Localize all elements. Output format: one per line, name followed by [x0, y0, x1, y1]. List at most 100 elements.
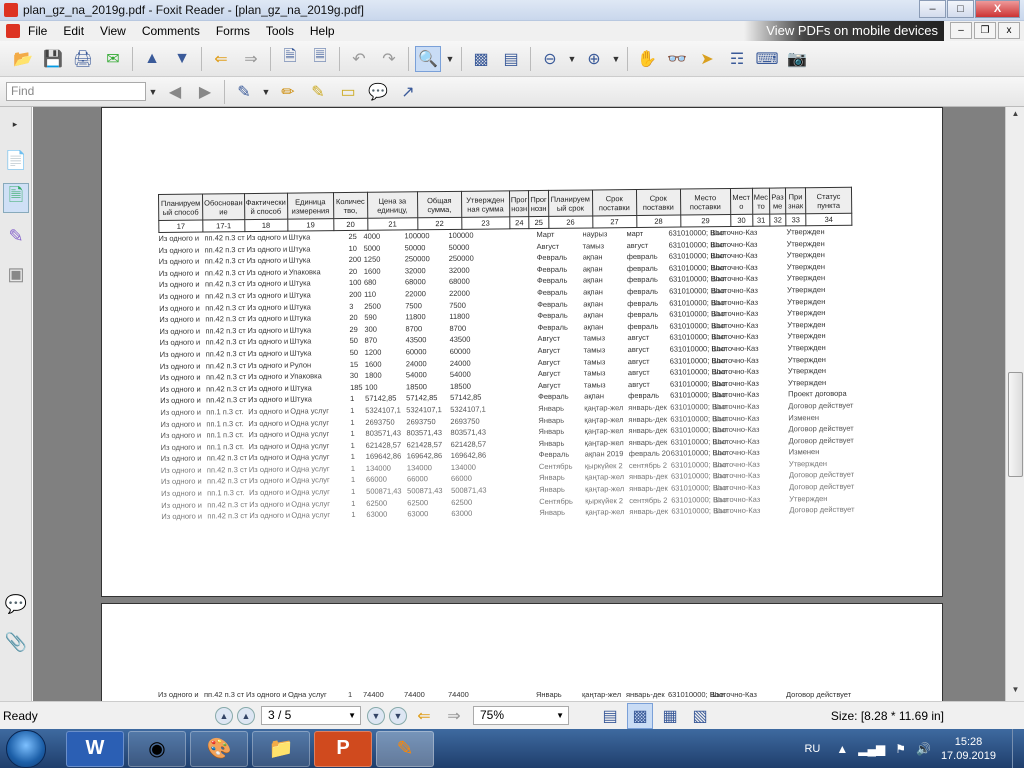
column-number: 17-1	[202, 219, 245, 233]
minimize-button[interactable]: –	[919, 0, 946, 18]
mobile-promo-banner[interactable]: View PDFs on mobile devices	[744, 21, 944, 41]
column-number: 19	[287, 218, 334, 232]
scroll-down-arrow-icon[interactable]: ▼	[1008, 685, 1023, 699]
note-icon[interactable]: 💬	[365, 79, 391, 105]
undo-icon[interactable]: ↶	[346, 46, 372, 72]
highlight-icon[interactable]: ✎	[305, 79, 331, 105]
fit-width-icon[interactable]: ▤	[498, 46, 524, 72]
first-page-icon[interactable]: ▲	[215, 706, 233, 725]
doc-restore-button[interactable]: ❐	[974, 22, 996, 39]
select-cursor-icon[interactable]: ➤	[694, 46, 720, 72]
email-icon[interactable]: ✉	[100, 46, 126, 72]
menu-forms[interactable]: Forms	[208, 24, 258, 38]
layers-panel-icon[interactable]: ▣	[3, 259, 29, 289]
foxit-taskbar-icon[interactable]: ✎	[376, 730, 434, 767]
fit-page-icon[interactable]: ▩	[468, 46, 494, 72]
powerpoint-taskbar-icon[interactable]: P	[314, 730, 372, 767]
zoom-field[interactable]: 75% ▼	[473, 706, 569, 725]
typewriter-icon[interactable]: ▭	[335, 79, 361, 105]
zoom-in-icon[interactable]: ⊕	[581, 46, 607, 72]
document-icon[interactable]	[6, 24, 20, 38]
show-hidden-icons-icon[interactable]: ▲	[836, 742, 848, 756]
zoom-out-dropdown-icon[interactable]: ▼	[567, 46, 577, 72]
continuous-view-icon[interactable]: ▩	[627, 702, 653, 729]
pen-annotation-icon[interactable]: ✎	[231, 79, 257, 105]
loupe-icon[interactable]: 👓	[664, 46, 690, 72]
next-page-nav-icon[interactable]: ▼	[367, 706, 385, 725]
paint-taskbar-icon[interactable]: 🎨	[190, 730, 248, 767]
pages-panel-icon[interactable]: 📄	[3, 145, 29, 175]
bookmarks-panel-icon[interactable]: ✎	[3, 221, 29, 251]
snapshot-icon[interactable]: 📷	[784, 46, 810, 72]
doc-minimize-button[interactable]: –	[950, 22, 972, 39]
table-cell: август	[627, 333, 650, 343]
continuous-facing-view-icon[interactable]: ▧	[687, 703, 713, 729]
column-header: Планируем ый срок	[548, 189, 593, 217]
previous-page-nav-icon[interactable]: ▲	[237, 706, 255, 725]
pen-dropdown-icon[interactable]: ▼	[261, 79, 271, 105]
last-page-icon[interactable]: ▼	[389, 706, 407, 725]
zoom-in-dropdown-icon[interactable]: ▼	[611, 46, 621, 72]
menu-edit[interactable]: Edit	[55, 24, 92, 38]
table-cell: Договор действует	[788, 400, 854, 411]
page-layout-icon[interactable]: 🗎	[277, 46, 303, 72]
scrollbar-thumb[interactable]	[1008, 372, 1023, 477]
find-dropdown-icon[interactable]: ▼	[148, 79, 158, 105]
table-cell: Договор действует	[788, 423, 854, 434]
find-next-icon[interactable]: ▶	[192, 79, 218, 105]
page-dropdown-icon[interactable]: ▼	[348, 707, 356, 724]
menu-help[interactable]: Help	[302, 24, 343, 38]
back-arrow-icon[interactable]: ⇐	[208, 46, 234, 72]
menu-tools[interactable]: Tools	[258, 24, 302, 38]
scroll-up-arrow-icon[interactable]: ▲	[1008, 109, 1023, 123]
vertical-scrollbar[interactable]: ▲ ▼	[1005, 107, 1024, 701]
extract-page-icon[interactable]: 🗏	[307, 46, 333, 72]
comments-panel-icon[interactable]: 💬	[3, 589, 29, 619]
zoom-out-icon[interactable]: ⊖	[537, 46, 563, 72]
history-back-icon[interactable]: ⇐	[411, 703, 437, 729]
single-page-view-icon[interactable]: ▤	[597, 703, 623, 729]
start-button[interactable]	[6, 729, 46, 768]
find-previous-icon[interactable]: ◀	[162, 79, 188, 105]
hand-tool-icon[interactable]: ✋	[634, 46, 660, 72]
menu-view[interactable]: View	[92, 24, 134, 38]
next-page-icon[interactable]: ▼	[169, 46, 195, 72]
document-viewport[interactable]: Планируем ый способ Обоснован ие Фактическ…	[33, 107, 1005, 701]
open-folder-icon[interactable]: 📂	[10, 46, 36, 72]
show-desktop-button[interactable]	[1012, 729, 1024, 768]
attachments-panel-icon[interactable]: 📎	[3, 627, 29, 657]
input-language[interactable]: RU	[804, 743, 820, 755]
explorer-taskbar-icon[interactable]: 📁	[252, 730, 310, 767]
print-icon[interactable]: 🖨	[70, 46, 96, 72]
action-center-flag-icon[interactable]: ⚑	[895, 742, 906, 756]
text-box-icon[interactable]: ⌨	[754, 46, 780, 72]
save-icon[interactable]: 💾	[40, 46, 66, 72]
zoom-tool-icon[interactable]: 🔍	[415, 45, 441, 72]
close-button[interactable]: X	[975, 0, 1020, 18]
volume-icon[interactable]: 🔊	[916, 742, 931, 756]
menu-comments[interactable]: Comments	[134, 24, 208, 38]
pencil-icon[interactable]: ✏	[275, 79, 301, 105]
menu-file[interactable]: File	[20, 24, 55, 38]
zoom-field-dropdown-icon[interactable]: ▼	[556, 707, 564, 724]
arrow-annotation-icon[interactable]: ↗	[395, 79, 421, 105]
table-cell: сентябрь 2	[629, 495, 668, 505]
history-forward-icon[interactable]: ⇒	[441, 703, 467, 729]
expand-panel-icon[interactable]: ▸	[10, 111, 20, 137]
page-number-field[interactable]: 3 / 5 ▼	[261, 706, 361, 725]
facing-view-icon[interactable]: ▦	[657, 703, 683, 729]
thumbnails-panel-icon[interactable]: 🗎	[3, 183, 29, 213]
network-signal-icon[interactable]: ▂▄▆	[858, 742, 885, 756]
chrome-taskbar-icon[interactable]: ◉	[128, 730, 186, 767]
find-input[interactable]: Find	[6, 82, 146, 101]
redo-icon[interactable]: ↷	[376, 46, 402, 72]
forward-arrow-icon[interactable]: ⇒	[238, 46, 264, 72]
zoom-dropdown-arrow-icon[interactable]: ▼	[445, 46, 455, 72]
table-cell: Одна услуг	[288, 690, 327, 699]
maximize-button[interactable]: □	[947, 0, 974, 18]
text-select-icon[interactable]: ☶	[724, 46, 750, 72]
clock[interactable]: 15:28 17.09.2019	[941, 735, 996, 763]
word-taskbar-icon[interactable]: W	[66, 730, 124, 767]
doc-close-button[interactable]: x	[998, 22, 1020, 39]
previous-page-icon[interactable]: ▲	[139, 46, 165, 72]
